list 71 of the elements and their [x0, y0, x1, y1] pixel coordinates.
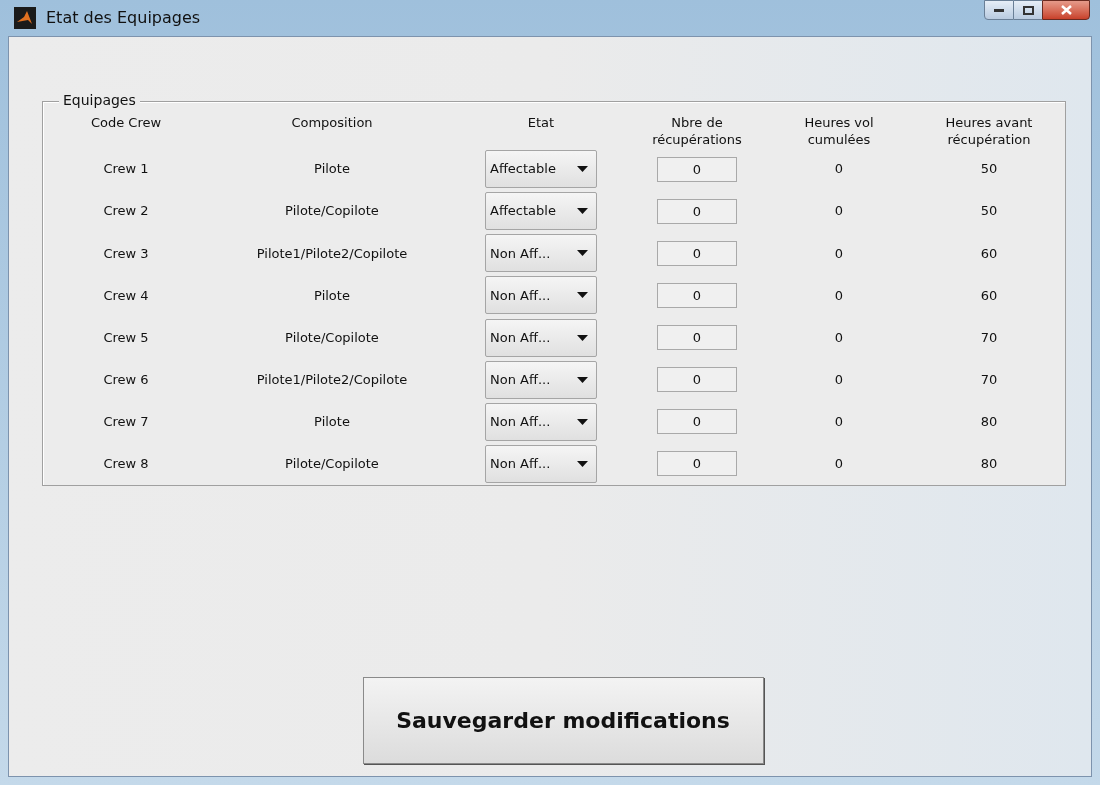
- window-title: Etat des Equipages: [46, 7, 201, 29]
- crew-composition: Pilote: [314, 286, 350, 305]
- crew-composition: Pilote/Copilote: [285, 202, 379, 221]
- maximize-button[interactable]: [1014, 0, 1042, 20]
- crew-code: Crew 2: [103, 202, 149, 221]
- flight-hours: 0: [834, 328, 844, 347]
- caret-icon: [577, 418, 588, 425]
- recoveries-input[interactable]: 0: [657, 282, 737, 308]
- crew-code: Crew 8: [103, 455, 149, 474]
- hours-before-recovery: 50: [980, 202, 998, 221]
- caret-icon: [577, 292, 588, 299]
- crew-code: Crew 1: [103, 160, 149, 179]
- hours-before-recovery: 50: [980, 160, 998, 179]
- hours-before-recovery: 80: [980, 413, 998, 432]
- recoveries-input[interactable]: 0: [657, 240, 737, 266]
- crew-composition: Pilote1/Pilote2/Copilote: [256, 244, 408, 263]
- caret-icon: [577, 334, 588, 341]
- minimize-button[interactable]: [984, 0, 1014, 20]
- close-button[interactable]: [1042, 0, 1090, 20]
- flight-hours: 0: [834, 455, 844, 474]
- crew-code: Crew 4: [103, 286, 149, 305]
- status-dropdown[interactable]: Affectable: [485, 150, 597, 189]
- caret-icon: [577, 208, 588, 215]
- crew-code: Crew 5: [103, 328, 149, 347]
- hours-before-recovery: 70: [980, 370, 998, 389]
- hours-before-recovery: 80: [980, 455, 998, 474]
- column-header: Heures vol cumulées: [803, 114, 875, 148]
- column-header: Code Crew: [89, 114, 163, 131]
- flight-hours: 0: [834, 244, 844, 263]
- status-dropdown[interactable]: Affectable: [485, 192, 597, 231]
- app-logo-icon: [14, 7, 36, 29]
- caret-icon: [577, 460, 588, 467]
- crew-code: Crew 7: [103, 413, 149, 432]
- close-icon: [1060, 5, 1072, 15]
- column-header: Heures avant récupération: [944, 114, 1034, 148]
- flight-hours: 0: [834, 370, 844, 389]
- status-dropdown[interactable]: Non Aff...: [485, 444, 597, 483]
- caret-icon: [577, 166, 588, 173]
- recoveries-input[interactable]: 0: [657, 198, 737, 224]
- column-header: Etat: [526, 114, 556, 131]
- recoveries-input[interactable]: 0: [657, 409, 737, 435]
- status-dropdown[interactable]: Non Aff...: [485, 276, 597, 315]
- column-header: Nbre de récupérations: [651, 114, 743, 148]
- status-dropdown[interactable]: Non Aff...: [485, 318, 597, 357]
- flight-hours: 0: [834, 286, 844, 305]
- caret-icon: [577, 250, 588, 257]
- hours-before-recovery: 60: [980, 244, 998, 263]
- crew-composition: Pilote1/Pilote2/Copilote: [256, 370, 408, 389]
- crew-code: Crew 3: [103, 244, 149, 263]
- flight-hours: 0: [834, 160, 844, 179]
- status-dropdown[interactable]: Non Aff...: [485, 234, 597, 273]
- crew-composition: Pilote/Copilote: [285, 328, 379, 347]
- status-dropdown[interactable]: Non Aff...: [485, 402, 597, 441]
- crew-composition: Pilote/Copilote: [285, 455, 379, 474]
- column-header: Composition: [290, 114, 374, 131]
- crew-code: Crew 6: [103, 370, 149, 389]
- caret-icon: [577, 376, 588, 383]
- hours-before-recovery: 70: [980, 328, 998, 347]
- hours-before-recovery: 60: [980, 286, 998, 305]
- status-dropdown[interactable]: Non Aff...: [485, 360, 597, 399]
- maximize-icon: [1022, 5, 1034, 15]
- flight-hours: 0: [834, 202, 844, 221]
- recoveries-input[interactable]: 0: [657, 451, 737, 477]
- flight-hours: 0: [834, 413, 844, 432]
- recoveries-input[interactable]: 0: [657, 325, 737, 351]
- crew-composition: Pilote: [314, 413, 350, 432]
- crew-composition: Pilote: [314, 160, 350, 179]
- save-button[interactable]: Sauvegarder modifications: [362, 677, 764, 764]
- recoveries-input[interactable]: 0: [657, 367, 737, 393]
- recoveries-input[interactable]: 0: [657, 156, 737, 182]
- minimize-icon: [994, 8, 1004, 12]
